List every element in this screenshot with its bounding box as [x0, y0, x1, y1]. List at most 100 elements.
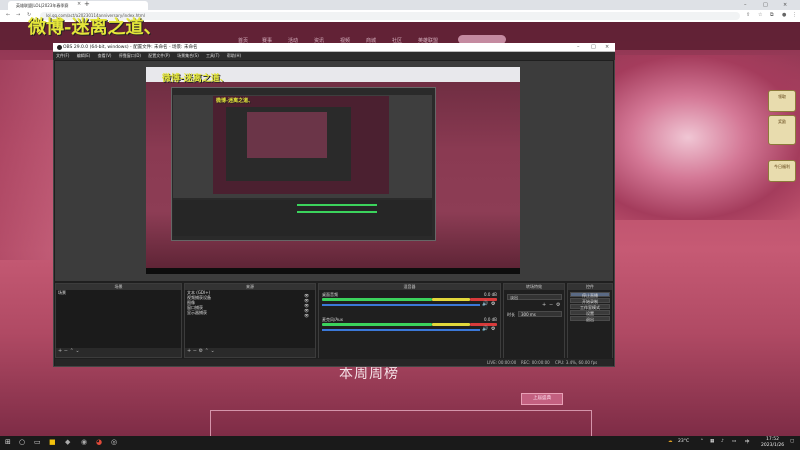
- controls-dock: 控件 停止直播 开始录制 工作室模式 设置 退出: [567, 283, 613, 359]
- speaker-icon[interactable]: ♪: [721, 439, 724, 444]
- transitions-dock: 转场特效 淡出 + − ⚙ 时长 300 ms: [503, 283, 565, 359]
- ranking-frame: [210, 410, 592, 437]
- preview-watermark: 微博-迷离之道、: [162, 74, 229, 84]
- last-ceremony-button[interactable]: 上届盛典: [521, 393, 563, 405]
- volume-slider[interactable]: [322, 329, 480, 331]
- input-language[interactable]: 中: [745, 439, 750, 445]
- exit-button[interactable]: 退出: [570, 316, 610, 322]
- speaker-icon[interactable]: 🔊: [482, 326, 488, 332]
- source-visibility-icons[interactable]: 👁 👁 👁 👁 👁: [304, 293, 309, 318]
- obs-menubar: 文件(F) 编辑(E) 查看(V) 停靠窗口(D) 配置文件(P) 场景集合(S…: [53, 52, 615, 60]
- sources-list: 文本 (GDI+) 视频捕获设备 图像 窗口捕获 显示器捕获: [185, 290, 315, 348]
- studio-mode-button[interactable]: 工作室模式: [570, 304, 610, 310]
- mixer-track-db: 0.0 dB: [484, 317, 497, 322]
- notification-icon[interactable]: ▢: [790, 439, 794, 444]
- remove-scene-icon[interactable]: −: [64, 348, 68, 354]
- task-view-icon[interactable]: ▭: [34, 438, 41, 446]
- back-icon[interactable]: ←: [6, 12, 10, 18]
- source-item[interactable]: 显示器捕获: [185, 310, 315, 315]
- obs-maximize-icon[interactable]: □: [591, 43, 596, 52]
- menu-tools[interactable]: 工具(T): [206, 53, 220, 58]
- meter-yellow: [432, 323, 470, 326]
- forward-icon[interactable]: →: [16, 12, 20, 18]
- clock-time[interactable]: 17:52: [766, 437, 779, 442]
- scenes-list: 场景: [56, 290, 181, 348]
- explorer-icon[interactable]: ■: [49, 438, 56, 446]
- mixer-track-db: 0.0 dB: [484, 292, 497, 297]
- weather-icon[interactable]: ☁: [668, 439, 673, 444]
- obs-icon: [57, 45, 62, 50]
- settings-button[interactable]: 设置: [570, 310, 610, 316]
- app-icon[interactable]: ◉: [81, 438, 87, 446]
- obs-minimize-icon[interactable]: –: [577, 43, 580, 52]
- chrome-icon[interactable]: ◕: [96, 438, 102, 446]
- nested-canvas-2: [247, 112, 327, 158]
- source-down-icon[interactable]: ⌄: [210, 348, 214, 354]
- remove-transition-icon[interactable]: −: [549, 302, 553, 308]
- close-tab-icon[interactable]: ×: [77, 1, 81, 7]
- side-badge-claim[interactable]: 领取: [768, 90, 796, 112]
- menu-edit[interactable]: 编辑(E): [77, 53, 91, 58]
- maximize-icon[interactable]: □: [763, 0, 768, 10]
- nested-watermark: 微博-迷离之道、: [216, 98, 254, 104]
- windows-start-icon[interactable]: ⊞: [5, 438, 11, 446]
- add-scene-icon[interactable]: +: [58, 348, 62, 354]
- speaker-icon[interactable]: 🔊: [482, 301, 488, 307]
- add-transition-icon[interactable]: +: [542, 302, 546, 308]
- duration-label: 时长: [507, 312, 515, 317]
- menu-docks[interactable]: 停靠窗口(D): [119, 53, 141, 58]
- status-rec: REC: 00:00:00: [521, 360, 550, 365]
- temperature: 23°C: [678, 439, 690, 444]
- scenes-dock: 场景 场景 + − ⌃ ⌄: [55, 283, 182, 358]
- extensions-icon[interactable]: ⧉: [770, 12, 774, 18]
- watermark-text: 微博-迷离之道、: [28, 17, 162, 38]
- transition-settings-icon[interactable]: ⚙: [556, 302, 560, 308]
- left-artwork: [0, 60, 60, 260]
- volume-slider[interactable]: [322, 304, 480, 306]
- add-source-icon[interactable]: +: [187, 348, 191, 354]
- battery-icon[interactable]: ▭: [732, 439, 736, 444]
- scene-down-icon[interactable]: ⌄: [75, 348, 79, 354]
- star-icon[interactable]: ☆: [758, 12, 762, 18]
- menu-help[interactable]: 帮助(H): [227, 53, 241, 58]
- meter-yellow: [432, 298, 470, 301]
- profile-icon[interactable]: ●: [782, 12, 786, 18]
- mixer-dock: 混音器 桌面音频 0.0 dB 🔊 ⚙ 麦克风/Aux 0.0 dB 🔊 ⚙: [318, 283, 501, 359]
- gear-icon[interactable]: ⚙: [491, 301, 495, 307]
- side-badge-reward[interactable]: 奖励: [768, 115, 796, 145]
- app-icon[interactable]: ◆: [65, 438, 70, 446]
- duration-input[interactable]: 300 ms: [518, 311, 562, 317]
- scene-up-icon[interactable]: ⌃: [70, 348, 74, 354]
- close-window-icon[interactable]: ×: [783, 0, 787, 10]
- menu-icon[interactable]: ⋮: [792, 12, 797, 18]
- menu-scene-collection[interactable]: 场景集合(S): [177, 53, 199, 58]
- share-icon[interactable]: ⇪: [746, 12, 750, 18]
- status-cpu: CPU: 3.4%, 60.00 fps: [555, 360, 598, 365]
- minimize-icon[interactable]: –: [744, 0, 747, 10]
- menu-view[interactable]: 查看(V): [98, 53, 112, 58]
- nested-meter-2: [297, 211, 377, 213]
- gear-icon[interactable]: ⚙: [491, 326, 495, 332]
- source-up-icon[interactable]: ⌃: [205, 348, 209, 354]
- remove-source-icon[interactable]: −: [193, 348, 197, 354]
- start-recording-button[interactable]: 开始录制: [570, 298, 610, 304]
- obs-statusbar: LIVE: 00:00:00 REC: 00:00:00 CPU: 3.4%, …: [55, 359, 613, 366]
- sources-dock: 来源 文本 (GDI+) 视频捕获设备 图像 窗口捕获 显示器捕获 + − ⚙ …: [184, 283, 316, 358]
- obs-icon[interactable]: ◎: [111, 438, 117, 446]
- side-badge-daily[interactable]: 今日福利: [768, 160, 796, 182]
- menu-profile[interactable]: 配置文件(P): [148, 53, 170, 58]
- transition-select[interactable]: 淡出: [507, 294, 562, 300]
- stop-streaming-button[interactable]: 停止直播: [570, 292, 610, 298]
- obs-close-icon[interactable]: ×: [605, 43, 609, 52]
- status-live: LIVE: 00:00:00: [487, 360, 517, 365]
- network-icon[interactable]: ▦: [710, 439, 714, 444]
- menu-file[interactable]: 文件(F): [56, 53, 69, 58]
- scene-item[interactable]: 场景: [56, 290, 181, 295]
- preview-taskbar: [146, 268, 520, 274]
- clock-date[interactable]: 2023/1/26: [761, 443, 784, 448]
- nested-meter-1: [297, 204, 377, 206]
- search-icon[interactable]: ○: [19, 438, 25, 446]
- tray-expand-icon[interactable]: ⌃: [700, 439, 704, 444]
- new-tab-button[interactable]: +: [84, 0, 90, 8]
- source-settings-icon[interactable]: ⚙: [199, 348, 203, 354]
